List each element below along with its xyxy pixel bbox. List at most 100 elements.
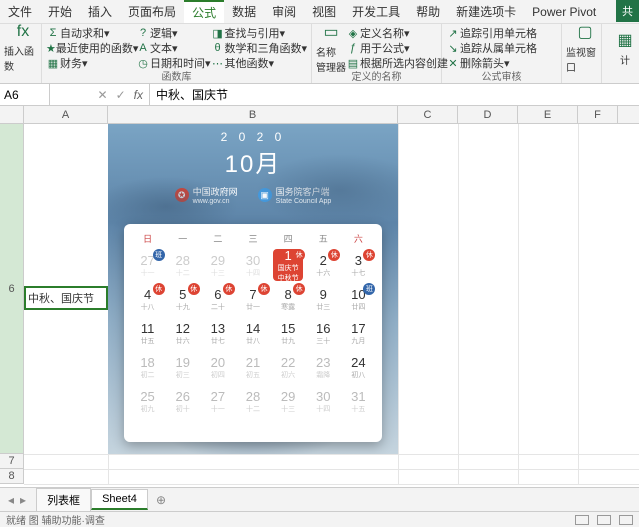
logical-button[interactable]: ?逻辑 ▾: [136, 26, 211, 40]
rest-badge-icon: 休: [328, 249, 340, 261]
col-header-F[interactable]: F: [578, 106, 618, 123]
day-20: 20初四: [203, 351, 233, 383]
day-22: 22初六: [273, 351, 303, 383]
sheet-tab-列表框[interactable]: 列表框: [36, 488, 91, 511]
group-label: 函数库: [42, 68, 311, 83]
day-4: 4十八休: [133, 283, 163, 315]
row-header-7[interactable]: 7: [0, 454, 23, 469]
tag-icon: ▭: [323, 22, 338, 42]
col-header-C[interactable]: C: [398, 106, 458, 123]
day-13: 13廿七: [203, 317, 233, 349]
menu-审阅[interactable]: 审阅: [264, 0, 304, 23]
autosum-button[interactable]: Σ自动求和 ▾: [46, 26, 136, 40]
work-badge-icon: 班: [363, 283, 375, 295]
day-28: 28十二: [168, 249, 198, 281]
col-header-A[interactable]: A: [24, 106, 108, 123]
calendar-image: 2 0 2 0 10月 ✪中国政府网www.gov.cn ▣国务院客户端Stat…: [108, 124, 398, 454]
day-10: 10廿四班: [343, 283, 373, 315]
day-1: 1国庆节中秋节休: [273, 249, 303, 281]
menu-数据[interactable]: 数据: [224, 0, 264, 23]
rest-badge-icon: 休: [223, 283, 235, 295]
calc-button[interactable]: ▦ 计: [606, 26, 639, 70]
day-14: 14廿八: [238, 317, 268, 349]
name-box[interactable]: A6: [0, 84, 50, 105]
math-button[interactable]: θ数学和三角函数 ▾: [211, 41, 308, 55]
menu-视图[interactable]: 视图: [304, 0, 344, 23]
row-header-8[interactable]: 8: [0, 469, 23, 484]
menu-帮助[interactable]: 帮助: [408, 0, 448, 23]
row-headers: 6 7 8: [0, 124, 24, 484]
menu-页面布局[interactable]: 页面布局: [120, 0, 184, 23]
formula-input[interactable]: 中秋、国庆节: [150, 86, 639, 103]
page-layout-icon[interactable]: [597, 515, 611, 525]
menu-新建选项卡[interactable]: 新建选项卡: [448, 0, 524, 23]
rest-badge-icon: 休: [188, 283, 200, 295]
rest-badge-icon: 休: [363, 249, 375, 261]
menu-文件[interactable]: 文件: [0, 0, 40, 23]
day-of-week-row: 日一二三四五六: [130, 232, 376, 245]
use-in-formula-button[interactable]: ƒ用于公式 ▾: [346, 41, 448, 55]
text-button[interactable]: A文本 ▾: [136, 41, 211, 55]
ribbon: fx 插入函数 Σ自动求和 ▾ ★最近使用的函数 ▾ ▦财务 ▾ ?逻辑 ▾ A…: [0, 24, 639, 84]
day-25: 25初九: [133, 385, 163, 417]
share-button[interactable]: 共: [616, 0, 639, 22]
menu-公式[interactable]: 公式: [184, 0, 224, 23]
day-11: 11廿五: [133, 317, 163, 349]
define-icon: ◈: [346, 27, 360, 40]
watch-icon: ▢: [577, 22, 592, 42]
row-header-6[interactable]: 6: [0, 124, 23, 454]
trace-dependents-button[interactable]: ↘追踪从属单元格: [446, 41, 557, 55]
rest-badge-icon: 休: [153, 283, 165, 295]
formula-bar: A6 ✕ ✓ fx 中秋、国庆节: [0, 84, 639, 106]
watch-window-button[interactable]: ▢ 监视窗口: [566, 26, 604, 70]
define-name-button[interactable]: ◈定义名称 ▾: [346, 26, 448, 40]
insert-function-button[interactable]: fx 插入函数: [4, 26, 42, 70]
trace-precedents-button[interactable]: ↗追踪引用单元格: [446, 26, 557, 40]
rest-badge-icon: 休: [293, 283, 305, 295]
lookup-icon: ◨: [211, 27, 225, 40]
col-header-B[interactable]: B: [108, 106, 398, 123]
fx-icon[interactable]: fx: [134, 88, 143, 102]
status-text: 就绪 图 辅助功能·调查: [6, 512, 105, 527]
tab-prev-icon[interactable]: ◂: [8, 493, 14, 507]
day-5: 5十九休: [168, 283, 198, 315]
day-29: 29十三: [203, 249, 233, 281]
col-header-D[interactable]: D: [458, 106, 518, 123]
select-all-corner[interactable]: [0, 106, 24, 123]
day-21: 21初五: [238, 351, 268, 383]
menu-开始[interactable]: 开始: [40, 0, 80, 23]
day-12: 12廿六: [168, 317, 198, 349]
day-9: 9廿三: [308, 283, 338, 315]
day-27: 27十一: [203, 385, 233, 417]
sheet-tab-Sheet4[interactable]: Sheet4: [91, 489, 148, 510]
column-headers: ABCDEF: [0, 106, 639, 124]
day-2: 2十六休: [308, 249, 338, 281]
menu-Power Pivot[interactable]: Power Pivot: [524, 0, 604, 23]
normal-view-icon[interactable]: [575, 515, 589, 525]
tab-next-icon[interactable]: ▸: [20, 493, 26, 507]
enter-icon[interactable]: ✓: [116, 88, 126, 102]
star-icon: ★: [46, 42, 56, 55]
menu-插入[interactable]: 插入: [80, 0, 120, 23]
menu-开发工具[interactable]: 开发工具: [344, 0, 408, 23]
menubar: 文件开始插入页面布局公式数据审阅视图开发工具帮助新建选项卡Power Pivot: [0, 0, 639, 24]
fx-small-icon: ƒ: [346, 42, 360, 54]
calc-icon: ▦: [617, 30, 632, 50]
cell-A6[interactable]: 中秋、国庆节: [24, 286, 108, 310]
add-sheet-button[interactable]: ⊕: [148, 493, 174, 507]
day-19: 19初三: [168, 351, 198, 383]
col-header-E[interactable]: E: [518, 106, 578, 123]
day-8: 8寒露休: [273, 283, 303, 315]
day-15: 15廿九: [273, 317, 303, 349]
lookup-button[interactable]: ◨查找与引用 ▾: [211, 26, 308, 40]
cancel-icon[interactable]: ✕: [98, 88, 108, 102]
recent-button[interactable]: ★最近使用的函数 ▾: [46, 41, 136, 55]
name-manager-button[interactable]: ▭ 名称 管理器: [316, 26, 346, 70]
work-badge-icon: 班: [153, 249, 165, 261]
page-break-icon[interactable]: [619, 515, 633, 525]
day-26: 26初十: [168, 385, 198, 417]
question-icon: ?: [136, 27, 150, 39]
day-18: 18初二: [133, 351, 163, 383]
day-31: 31十五: [343, 385, 373, 417]
status-bar: 就绪 图 辅助功能·调查: [0, 511, 639, 527]
